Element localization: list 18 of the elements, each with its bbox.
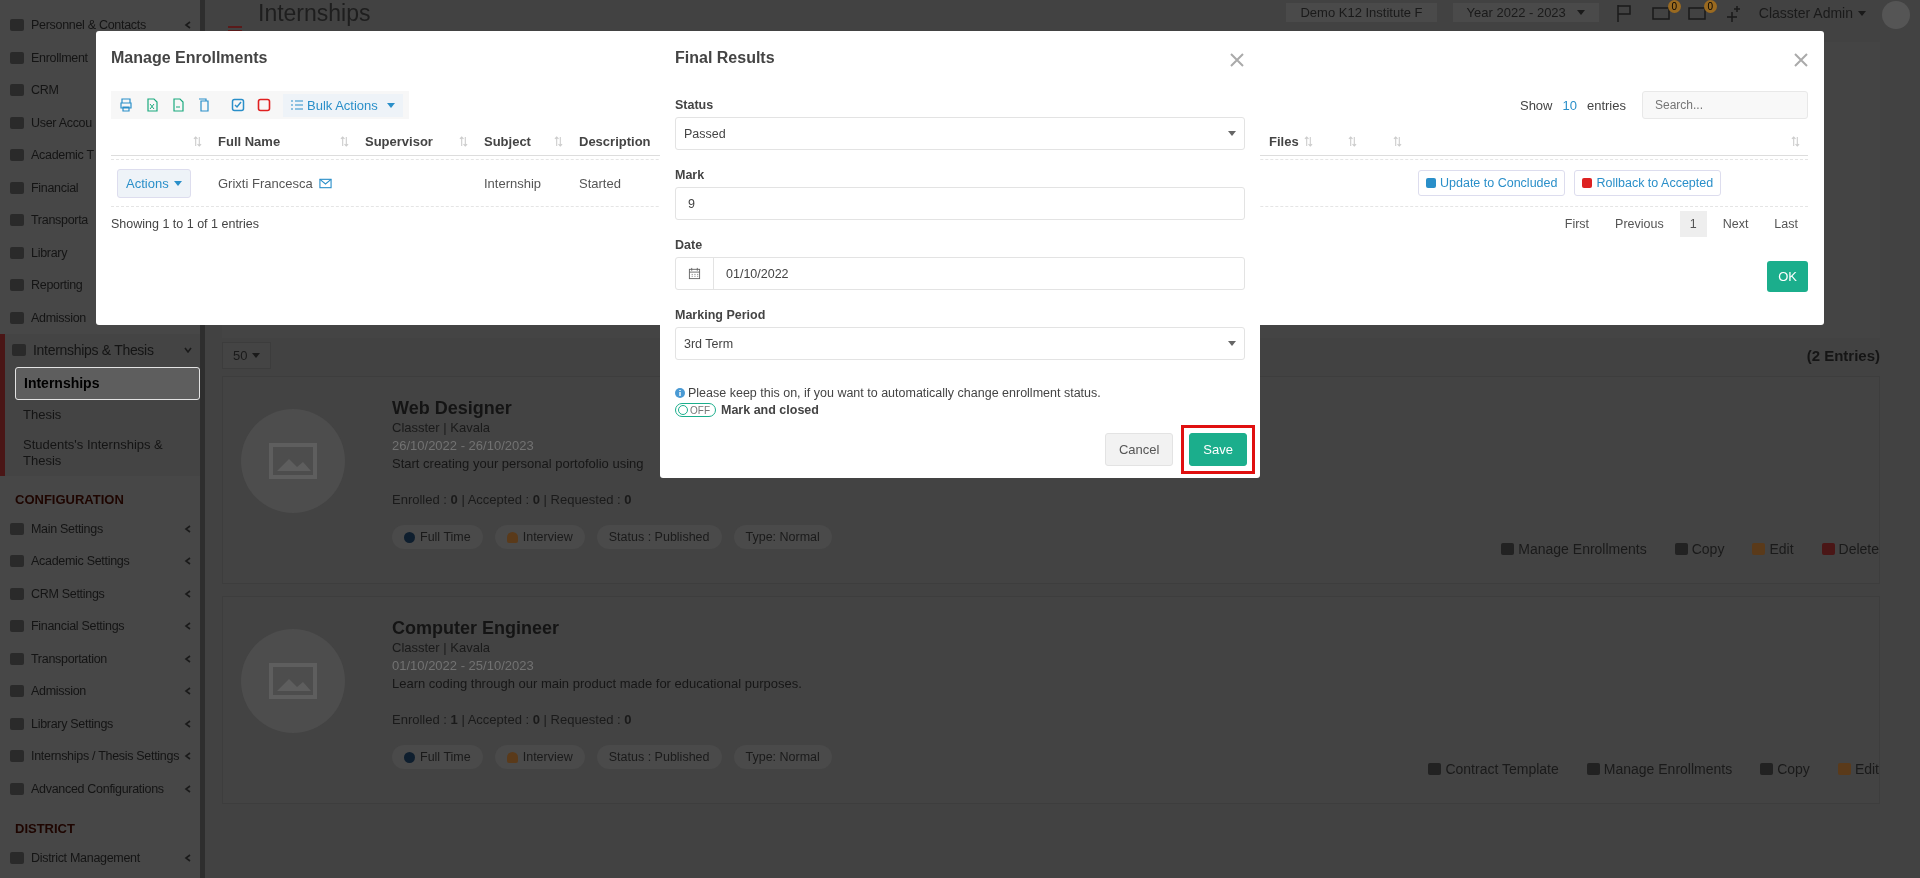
- show-label: Show: [1519, 97, 1553, 113]
- table-info: Showing 1 to 1 of 1 entries: [111, 217, 259, 231]
- table-cell: Grixti Francesca: [218, 175, 313, 191]
- table-cell: Internship: [484, 175, 542, 191]
- field-label: Mark: [675, 168, 705, 182]
- notification-badge: 0: [1703, 0, 1717, 13]
- toggle-label: Mark and closed: [721, 403, 819, 417]
- field-label: Date: [675, 238, 703, 252]
- dialog-title: Manage Enrollments: [111, 49, 268, 67]
- notification-badge: 0: [1667, 0, 1681, 13]
- info-note: Please keep this on, if you want to automatically change enrollment status.: [688, 386, 1101, 400]
- field-label: Status: [675, 98, 714, 112]
- entries-label: entries: [1586, 97, 1626, 113]
- sidebar-section-heading: CONFIGURATION: [14, 490, 125, 509]
- dialog-title: Final Results: [675, 49, 775, 67]
- table-cell: Started: [579, 175, 621, 191]
- field-label: Marking Period: [675, 308, 766, 322]
- sidebar-section-heading: DISTRICT: [14, 820, 76, 838]
